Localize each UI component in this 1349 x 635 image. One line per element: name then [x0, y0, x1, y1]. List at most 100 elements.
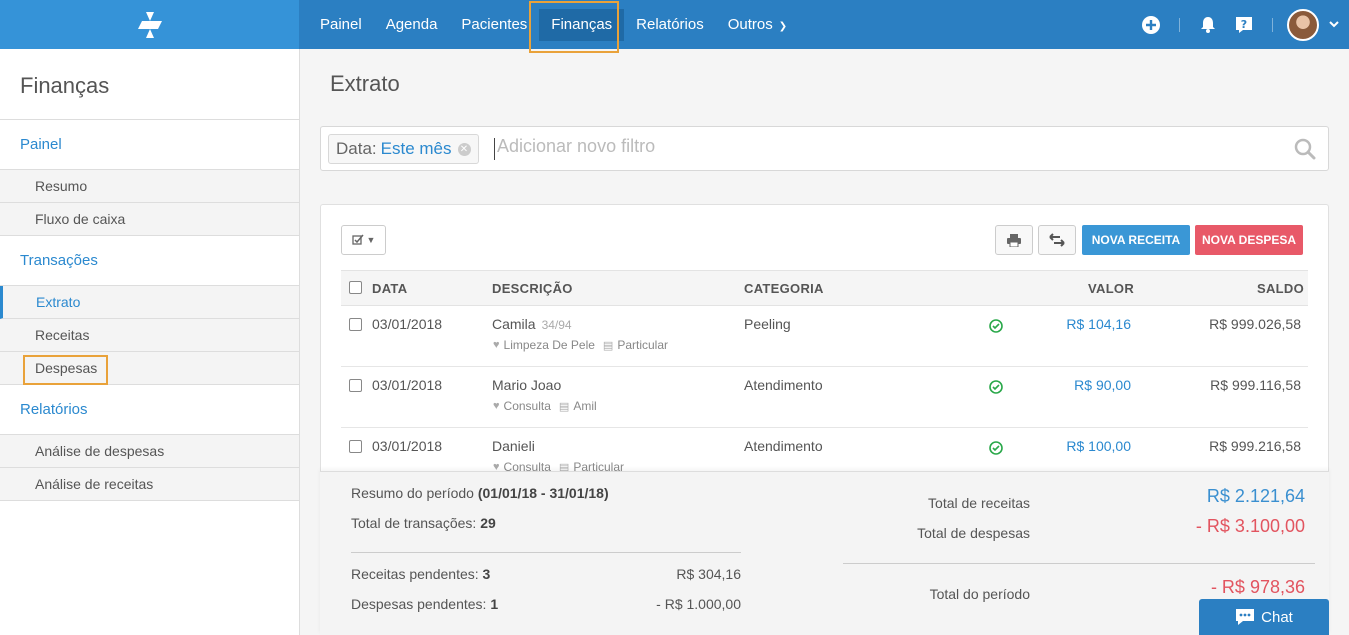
row-service: Consulta: [503, 399, 551, 413]
page-title: Extrato: [330, 71, 400, 96]
row-category: Atendimento: [744, 377, 823, 393]
header-categoria[interactable]: CATEGORIA: [744, 281, 824, 296]
row-name: Mario Joao: [492, 377, 562, 393]
total-periodo-value: - R$ 978,36: [1210, 577, 1305, 597]
svg-text:?: ?: [1241, 18, 1247, 31]
nav-relatorios[interactable]: Relatórios: [624, 9, 716, 41]
sidebar-section-transacoes[interactable]: Transações: [0, 236, 299, 286]
row-checkbox[interactable]: [349, 379, 362, 392]
row-category: Atendimento: [744, 438, 823, 454]
sidebar-item-analise-receitas[interactable]: Análise de receitas: [0, 468, 299, 501]
period-summary: Resumo do período (01/01/18 - 31/01/18) …: [320, 471, 1329, 635]
row-checkbox[interactable]: [349, 440, 362, 453]
nova-despesa-button[interactable]: NOVA DESPESA: [1195, 225, 1303, 255]
checklist-icon: [351, 234, 364, 245]
row-payment: Particular: [617, 338, 669, 352]
row-details: ♥ Limpeza De Pele ▤ Particular: [493, 338, 668, 352]
nav-agenda[interactable]: Agenda: [374, 9, 450, 41]
sidebar-item-resumo[interactable]: Resumo: [0, 170, 299, 203]
row-value[interactable]: R$ 104,16: [1066, 316, 1131, 332]
chevron-down-icon: ❯: [778, 20, 788, 32]
bell-icon[interactable]: [1194, 11, 1222, 39]
nav-outros[interactable]: Outros ❯: [716, 9, 799, 41]
bulk-select-button[interactable]: ▼: [341, 225, 386, 255]
filter-bar[interactable]: Data: Este mês ✕ Adicionar novo filtro: [320, 126, 1329, 171]
header-descricao[interactable]: DESCRIÇÃO: [492, 281, 573, 296]
total-receitas-value: R$ 2.121,64: [1206, 486, 1305, 506]
service-heart-icon: ♥: [493, 339, 500, 351]
close-icon[interactable]: ✕: [457, 142, 471, 156]
main-nav: Painel Agenda Pacientes Finanças Relatór…: [308, 0, 799, 49]
filter-chip-label: Data:: [336, 139, 377, 158]
caret-down-icon: ▼: [366, 235, 376, 245]
chevron-down-icon[interactable]: [1319, 11, 1349, 39]
summary-transactions-label: Total de transações:: [351, 515, 477, 531]
table-row[interactable]: 03/01/2018 Mario Joao ♥ Consulta ▤ Amil …: [341, 367, 1308, 428]
summary-receitas-pendentes: Receitas pendentes: 3: [351, 566, 490, 582]
search-icon[interactable]: [1294, 138, 1316, 163]
row-name: Camila: [492, 316, 536, 332]
select-all-checkbox[interactable]: [349, 281, 362, 294]
sidebar-item-receitas[interactable]: Receitas: [0, 319, 299, 352]
sidebar-item-despesas[interactable]: Despesas: [0, 352, 299, 385]
row-session-count: 34/94: [541, 318, 572, 332]
nav-financas[interactable]: Finanças: [539, 8, 625, 41]
chat-icon: [1236, 609, 1255, 625]
transfer-button[interactable]: [1038, 225, 1076, 255]
nav-pacientes[interactable]: Pacientes: [449, 9, 539, 41]
row-checkbox[interactable]: [349, 318, 362, 331]
chat-button[interactable]: Chat: [1199, 599, 1329, 635]
separator: [1179, 17, 1180, 32]
total-periodo-label: Total do período: [929, 586, 1030, 602]
check-circle-icon: [989, 441, 1003, 458]
row-name: Danieli: [492, 438, 535, 454]
print-button[interactable]: [995, 225, 1033, 255]
total-despesas-label: Total de despesas: [917, 525, 1030, 541]
top-navbar: Painel Agenda Pacientes Finanças Relatór…: [0, 0, 1349, 49]
sidebar-section-relatorios[interactable]: Relatórios: [0, 385, 299, 435]
card-icon: ▤: [602, 339, 614, 352]
avatar[interactable]: [1287, 8, 1319, 41]
summary-period-value: (01/01/18 - 31/01/18): [477, 485, 609, 501]
nav-painel[interactable]: Painel: [308, 9, 374, 41]
sidebar-section-painel[interactable]: Painel: [0, 120, 299, 170]
row-description[interactable]: Mario Joao: [492, 377, 561, 393]
app-logo[interactable]: [0, 0, 299, 49]
summary-period: Resumo do período (01/01/18 - 31/01/18): [351, 485, 609, 501]
sidebar-item-analise-despesas[interactable]: Análise de despesas: [0, 435, 299, 468]
add-icon[interactable]: [1137, 11, 1165, 39]
help-icon[interactable]: ?: [1230, 11, 1258, 39]
total-receitas-label: Total de receitas: [928, 495, 1030, 511]
sidebar-item-extrato[interactable]: Extrato: [0, 286, 299, 319]
header-saldo[interactable]: SALDO: [1257, 281, 1304, 296]
nova-receita-button[interactable]: NOVA RECEITA: [1082, 225, 1190, 255]
row-value[interactable]: R$ 90,00: [1074, 377, 1131, 393]
row-value[interactable]: R$ 100,00: [1066, 438, 1131, 454]
row-balance: R$ 999.216,58: [1209, 438, 1301, 454]
sidebar-item-fluxo-de-caixa[interactable]: Fluxo de caixa: [0, 203, 299, 236]
transfer-icon: [1049, 233, 1065, 247]
logo-icon: [137, 11, 162, 38]
divider: [351, 552, 741, 553]
header-data[interactable]: DATA: [372, 281, 407, 296]
sidebar: Finanças Painel Resumo Fluxo de caixa Tr…: [0, 49, 300, 635]
summary-despesas-pendentes: Despesas pendentes: 1: [351, 596, 498, 612]
row-description[interactable]: Danieli: [492, 438, 535, 454]
check-circle-icon: [989, 380, 1003, 397]
nav-outros-label: Outros: [727, 15, 773, 33]
header-valor[interactable]: VALOR: [1088, 281, 1134, 296]
summary-period-label: Resumo do período: [351, 485, 474, 501]
separator: [1272, 17, 1273, 32]
filter-chip-value: Este mês: [380, 139, 452, 158]
table-row[interactable]: 03/01/2018 Camila 34/94 ♥ Limpeza De Pele…: [341, 306, 1308, 367]
filter-chip-date[interactable]: Data: Este mês ✕: [328, 134, 479, 164]
row-date: 03/01/2018: [372, 316, 443, 332]
top-right-actions: ?: [1137, 0, 1349, 49]
card-icon: ▤: [558, 400, 570, 413]
sidebar-title: Finanças: [0, 49, 299, 120]
row-description[interactable]: Camila 34/94: [492, 316, 572, 332]
filter-input[interactable]: Adicionar novo filtro: [497, 136, 655, 157]
summary-transactions: Total de transações: 29: [351, 515, 496, 531]
check-circle-icon: [989, 319, 1003, 336]
print-icon: [1007, 233, 1021, 247]
